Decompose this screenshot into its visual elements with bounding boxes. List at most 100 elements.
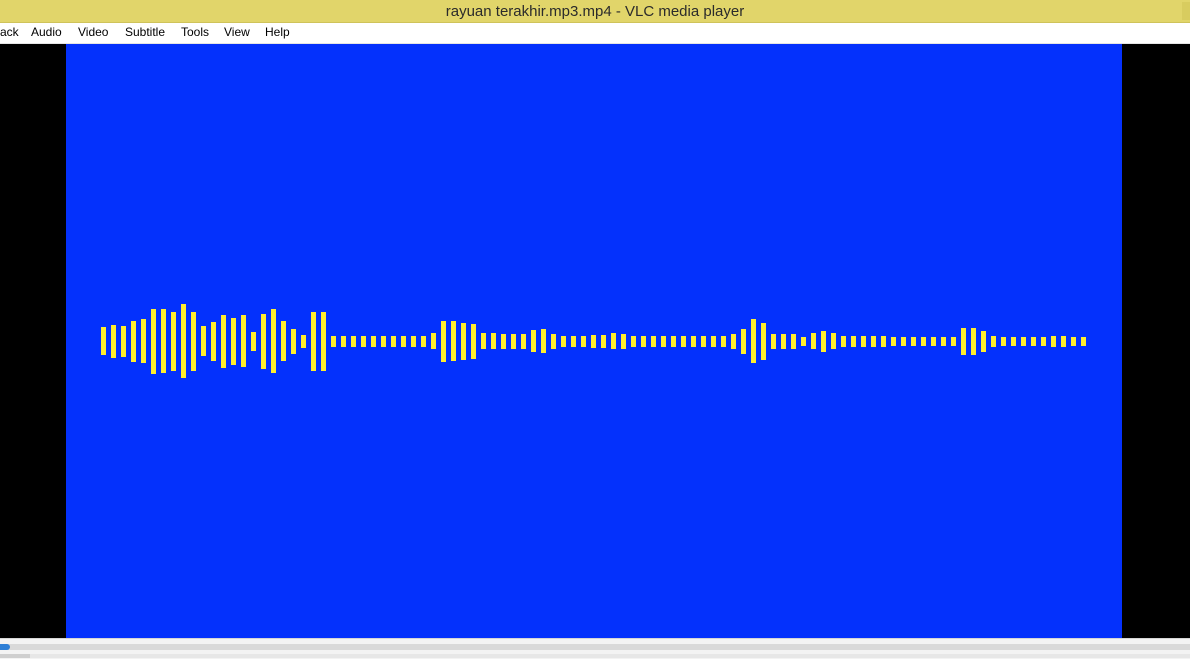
waveform-bar bbox=[521, 333, 526, 349]
control-strip bbox=[0, 654, 1190, 658]
waveform-bar bbox=[651, 335, 656, 347]
waveform-bar bbox=[191, 311, 196, 371]
waveform-bar bbox=[411, 335, 416, 347]
waveform-bar bbox=[441, 320, 446, 362]
waveform-bar bbox=[611, 333, 616, 349]
waveform-bar bbox=[951, 336, 956, 346]
waveform-bar bbox=[761, 322, 766, 360]
waveform-bar bbox=[931, 336, 936, 346]
waveform-bar bbox=[1021, 336, 1026, 346]
seek-progress-fill bbox=[0, 644, 10, 650]
menu-subtitle[interactable]: Subtitle bbox=[125, 25, 165, 39]
waveform-bar bbox=[421, 335, 426, 347]
waveform-bar bbox=[131, 320, 136, 362]
waveform-bar bbox=[981, 330, 986, 352]
title-bar[interactable]: rayuan terakhir.mp3.mp4 - VLC media play… bbox=[0, 0, 1190, 23]
waveform-bar bbox=[861, 335, 866, 347]
menu-audio[interactable]: Audio bbox=[31, 25, 62, 39]
vlc-window: rayuan terakhir.mp3.mp4 - VLC media play… bbox=[0, 0, 1190, 659]
window-title: rayuan terakhir.mp3.mp4 - VLC media play… bbox=[445, 3, 745, 20]
waveform-bar bbox=[691, 335, 696, 347]
waveform-bar bbox=[801, 336, 806, 346]
waveform-bar bbox=[1081, 336, 1086, 346]
waveform-bar bbox=[451, 321, 456, 361]
waveform-bar bbox=[171, 311, 176, 371]
menu-tools[interactable]: Tools bbox=[181, 25, 209, 39]
waveform-bar bbox=[1071, 336, 1076, 346]
menu-help[interactable]: Help bbox=[265, 25, 290, 39]
waveform-bar bbox=[281, 321, 286, 361]
playback-controls bbox=[0, 638, 1190, 659]
waveform-bar bbox=[161, 309, 166, 373]
video-area[interactable] bbox=[0, 44, 1190, 638]
waveform-bar bbox=[371, 335, 376, 347]
menu-view[interactable]: View bbox=[224, 25, 250, 39]
waveform-bar bbox=[781, 333, 786, 349]
waveform-bar bbox=[701, 335, 706, 347]
waveform-bar bbox=[141, 319, 146, 363]
waveform-bar bbox=[731, 333, 736, 349]
waveform-bar bbox=[431, 333, 436, 349]
waveform-bar bbox=[481, 333, 486, 349]
waveform-bar bbox=[661, 335, 666, 347]
waveform-bar bbox=[1011, 336, 1016, 346]
video-frame[interactable] bbox=[66, 44, 1122, 638]
waveform-bar bbox=[1001, 336, 1006, 346]
waveform-bar bbox=[491, 333, 496, 349]
waveform-bar bbox=[751, 319, 756, 363]
waveform-bar bbox=[341, 335, 346, 347]
waveform-bar bbox=[321, 311, 326, 371]
waveform-bar bbox=[771, 333, 776, 349]
waveform-bar bbox=[561, 335, 566, 347]
waveform-bar bbox=[571, 335, 576, 347]
waveform-bar bbox=[301, 334, 306, 348]
waveform-bar bbox=[101, 327, 106, 355]
waveform-bar bbox=[401, 335, 406, 347]
waveform-bar bbox=[721, 335, 726, 347]
waveform-bar bbox=[511, 333, 516, 349]
waveform-bar bbox=[901, 336, 906, 346]
waveform-bar bbox=[1051, 335, 1056, 347]
waveform-bar bbox=[501, 333, 506, 349]
waveform-bar bbox=[681, 335, 686, 347]
waveform-bar bbox=[991, 335, 996, 347]
waveform-bar bbox=[741, 328, 746, 354]
waveform-bar bbox=[221, 314, 226, 368]
waveform-bar bbox=[811, 333, 816, 349]
waveform-bar bbox=[151, 308, 156, 374]
waveform-bar bbox=[121, 325, 126, 357]
window-controls-edge[interactable] bbox=[1182, 2, 1190, 20]
menu-video[interactable]: Video bbox=[78, 25, 108, 39]
waveform-bar bbox=[621, 333, 626, 349]
waveform-bar bbox=[241, 315, 246, 367]
waveform-bar bbox=[971, 327, 976, 355]
waveform-bar bbox=[231, 317, 236, 365]
waveform-bar bbox=[311, 311, 316, 371]
waveform-bar bbox=[581, 335, 586, 347]
waveform-bar bbox=[111, 324, 116, 358]
waveform-bar bbox=[361, 335, 366, 347]
waveform-bar bbox=[891, 336, 896, 346]
waveform-bar bbox=[821, 330, 826, 352]
waveform-bar bbox=[941, 336, 946, 346]
waveform-bar bbox=[711, 335, 716, 347]
waveform-bar bbox=[921, 336, 926, 346]
waveform-bar bbox=[791, 333, 796, 349]
waveform-bar bbox=[351, 335, 356, 347]
waveform-bar bbox=[591, 334, 596, 348]
waveform-bar bbox=[671, 335, 676, 347]
waveform-bar bbox=[1031, 336, 1036, 346]
waveform-bar bbox=[881, 335, 886, 347]
waveform-bar bbox=[1041, 336, 1046, 346]
waveform-bar bbox=[391, 335, 396, 347]
seek-bar[interactable] bbox=[0, 644, 1190, 650]
waveform-bar bbox=[471, 323, 476, 359]
menu-playback[interactable]: ack bbox=[0, 25, 19, 39]
menu-bar: ack Audio Video Subtitle Tools View Help bbox=[0, 23, 1190, 44]
waveform-bar bbox=[291, 328, 296, 354]
waveform-bar bbox=[551, 333, 556, 349]
waveform-bar bbox=[841, 335, 846, 347]
waveform-bar bbox=[531, 330, 536, 352]
waveform-bar bbox=[181, 304, 186, 378]
waveform-bar bbox=[1061, 335, 1066, 347]
